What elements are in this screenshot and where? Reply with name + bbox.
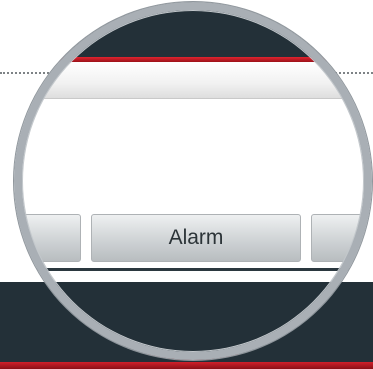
- toolbar-strip: [14, 62, 372, 99]
- tab-bar: Alarm: [14, 214, 372, 262]
- tab-alarm-label: Alarm: [168, 226, 224, 249]
- magnified-footer-accent: [14, 354, 372, 360]
- magnified-footer-bar: [14, 282, 372, 360]
- footer-accent-stripe: [0, 362, 373, 369]
- tab-alarm[interactable]: Alarm: [91, 214, 301, 262]
- tab-underline: [14, 268, 372, 271]
- tab-right[interactable]: [311, 214, 372, 262]
- magnifier-lens: Alarm: [14, 2, 372, 360]
- header-bar: [14, 2, 372, 62]
- tab-left[interactable]: [14, 214, 81, 262]
